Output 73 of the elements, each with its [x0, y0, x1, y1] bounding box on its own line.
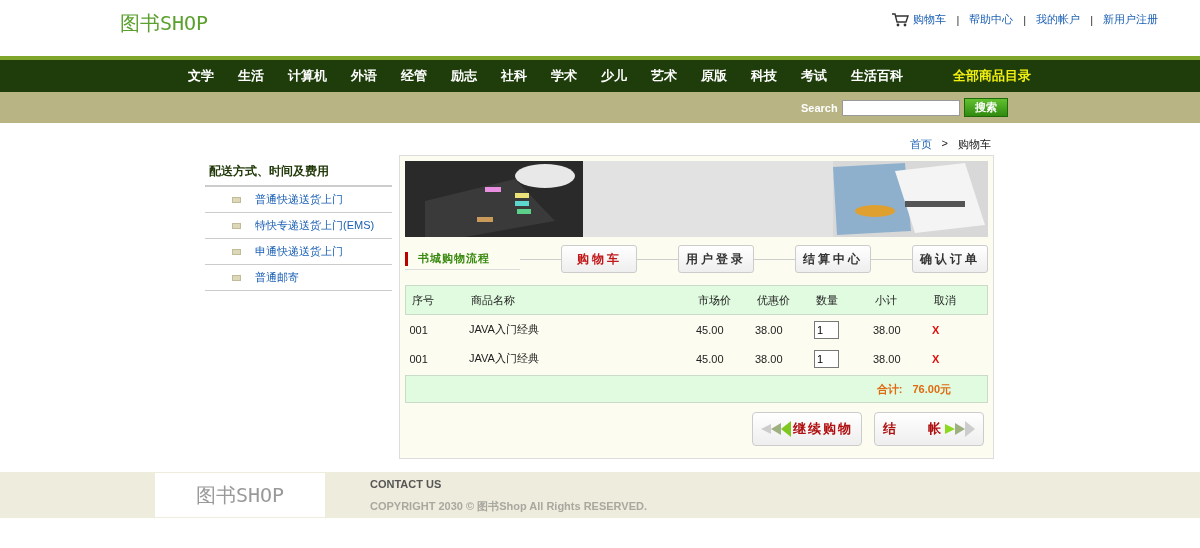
header-link[interactable]: 我的帐户: [1036, 12, 1081, 27]
header-link[interactable]: 购物车: [913, 12, 947, 27]
quantity-field[interactable]: 1: [814, 320, 839, 339]
sidebar-title: 配送方式、时间及费用: [205, 159, 392, 187]
table-cell: 38.00: [755, 352, 783, 365]
search-label: Search: [801, 101, 838, 114]
breadcrumb-link[interactable]: 首页: [909, 137, 932, 153]
nav-link[interactable]: 励志: [451, 67, 477, 85]
column-header: 小计: [869, 285, 928, 315]
nav-link[interactable]: 考试: [801, 67, 827, 85]
bullet-icon: [232, 248, 241, 255]
sidebar-link[interactable]: 普通快递送货上门: [255, 192, 343, 207]
nav-link[interactable]: 文学: [188, 67, 214, 85]
column-header: 优惠价: [751, 285, 810, 315]
column-header: 市场价: [692, 285, 751, 315]
separator: |: [956, 13, 960, 26]
nav-link[interactable]: 外语: [351, 67, 377, 85]
search-field[interactable]: [841, 99, 960, 116]
total-label: 合计:: [876, 381, 903, 397]
sidebar-link[interactable]: 普通邮寄: [255, 270, 299, 285]
column-header: 取消: [928, 285, 988, 315]
nav-link[interactable]: 艺术: [651, 67, 677, 85]
step-tab[interactable]: 结算中心: [795, 245, 871, 273]
table-cell: 45.00: [696, 323, 724, 336]
nav-link[interactable]: 生活百科: [851, 67, 903, 85]
nav-link[interactable]: 科技: [751, 67, 777, 85]
sidebar-link[interactable]: 特快专递送货上门(EMS): [255, 218, 375, 233]
column-header: 序号: [405, 285, 465, 315]
table-cell: 001: [409, 323, 428, 336]
remove-link[interactable]: X: [932, 323, 940, 336]
action-button[interactable]: 继续购物: [752, 412, 862, 446]
bullet-icon: [232, 274, 241, 281]
breadcrumb-current: 购物车: [958, 137, 991, 152]
nav-link[interactable]: 学术: [551, 67, 577, 85]
step-tab[interactable]: 确认订单: [912, 245, 988, 273]
table-cell: 38.00: [873, 323, 901, 336]
copyright-text: COPYRIGHT 2030 © 图书Shop All Rights RESERVED.: [370, 499, 648, 514]
table-cell: 45.00: [696, 352, 724, 365]
contact-heading: CONTACT US: [370, 478, 443, 490]
nav-link[interactable]: 原版: [701, 67, 727, 85]
footer-logo: 图书SHOP: [155, 473, 325, 517]
column-header: 商品名称: [465, 285, 692, 315]
separator: |: [1023, 13, 1027, 26]
sidebar-link[interactable]: 申通快递送货上门: [255, 244, 343, 259]
remove-link[interactable]: X: [932, 352, 940, 365]
flow-title: 书城购物流程: [418, 251, 490, 266]
arrows-icon: [945, 421, 975, 437]
nav-link[interactable]: 生活: [238, 67, 264, 85]
step-tab[interactable]: 用户登录: [678, 245, 754, 273]
separator: |: [1090, 13, 1093, 26]
arrows-icon: [761, 421, 791, 437]
breadcrumb-separator: >: [941, 137, 948, 151]
nav-link[interactable]: 社科: [501, 67, 527, 85]
table-cell: 001: [409, 352, 428, 365]
step-tab[interactable]: 购物车: [561, 245, 638, 273]
flag-icon: [405, 251, 408, 266]
quantity-field[interactable]: 1: [814, 349, 839, 368]
bullet-icon: [232, 196, 241, 203]
catalog-link[interactable]: 全部商品目录: [953, 67, 1031, 85]
action-button[interactable]: 结 帐: [874, 412, 984, 446]
table-cell: JAVA入门经典: [469, 323, 539, 335]
total-value: 76.00元: [912, 381, 951, 397]
table-cell: JAVA入门经典: [469, 352, 539, 364]
bullet-icon: [232, 222, 241, 229]
nav-link[interactable]: 少儿: [601, 67, 627, 85]
header-link[interactable]: 帮助中心: [969, 12, 1014, 27]
table-cell: 38.00: [755, 323, 783, 336]
table-cell: 38.00: [873, 352, 901, 365]
header-link[interactable]: 新用户注册: [1103, 12, 1158, 27]
nav-link[interactable]: 计算机: [288, 67, 327, 85]
nav-link[interactable]: 经管: [401, 67, 427, 85]
column-header: 数量: [810, 285, 869, 315]
cart-icon: [891, 12, 910, 27]
